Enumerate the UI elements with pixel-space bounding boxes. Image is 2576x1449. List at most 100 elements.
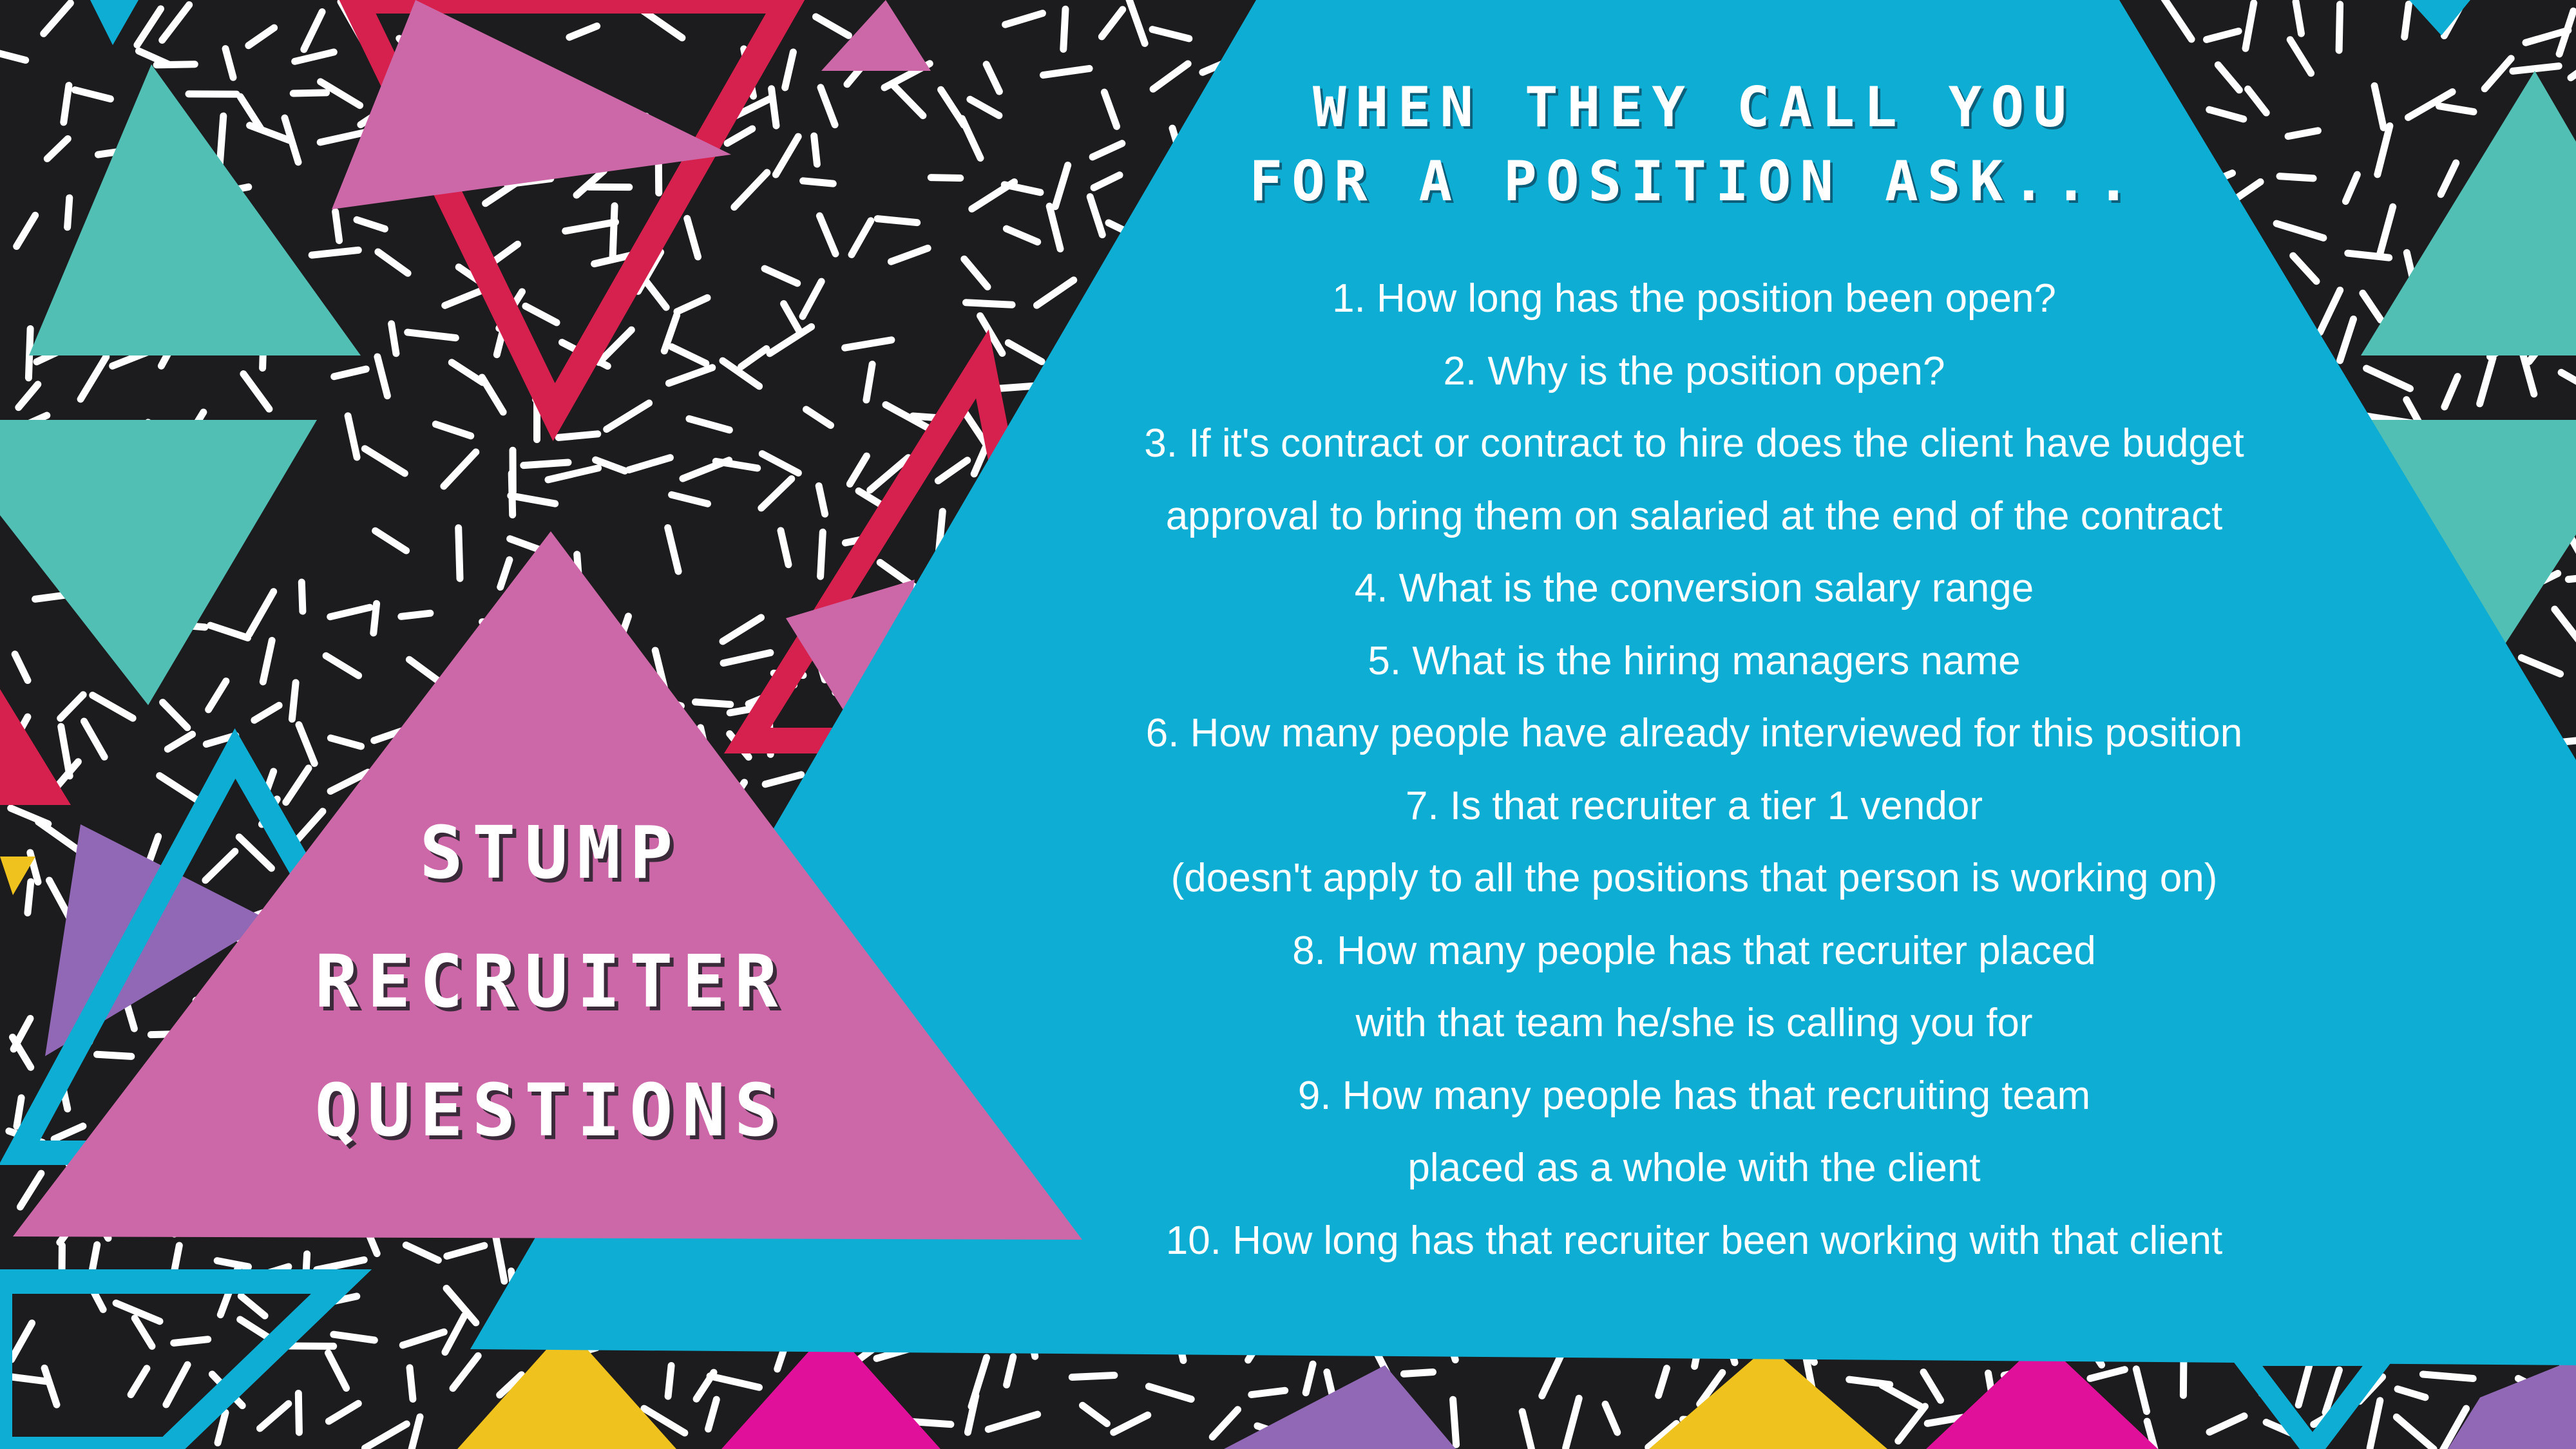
confetti-dash: [544, 464, 602, 484]
confetti-dash: [35, 818, 82, 855]
confetti-dash: [440, 448, 480, 490]
confetti-dash: [1098, 6, 1127, 41]
confetti-dash: [758, 450, 802, 477]
confetti-dash: [934, 457, 971, 484]
confetti-dash: [738, 345, 770, 370]
confetti-dash: [812, 13, 852, 39]
confetti-dash: [491, 1232, 508, 1285]
confetti-dash: [720, 649, 774, 667]
confetti-dash: [8, 1320, 36, 1363]
confetti-dash: [1086, 193, 1106, 238]
question-line: 2. Why is the position open?: [1443, 348, 1945, 393]
confetti-dash: [404, 328, 459, 342]
confetti-dash: [2359, 289, 2385, 324]
confetti-dash: [374, 353, 391, 400]
confetti-dash: [1079, 1401, 1111, 1427]
cyan-outline-triangle-bottom: [0, 1269, 372, 1449]
question-line: 3. If it's contract or contract to hire …: [1144, 421, 2244, 466]
confetti-dash: [873, 215, 921, 227]
confetti-dash: [294, 1390, 303, 1436]
confetti-dash: [625, 454, 674, 474]
confetti-dash: [15, 381, 42, 412]
confetti-dash: [2392, 1413, 2438, 1449]
panel-heading-line-2: for a position ask...: [1249, 149, 2139, 214]
confetti-dash: [683, 214, 701, 261]
confetti-dash: [810, 132, 821, 168]
confetti-dash: [406, 1364, 417, 1403]
confetti-dash: [327, 603, 374, 621]
confetti-dash: [1040, 64, 1093, 79]
confetti-dash: [706, 1372, 763, 1391]
confetti-dash: [222, 45, 237, 81]
confetti-dash: [1248, 1387, 1289, 1399]
confetti-dash: [1060, 5, 1069, 53]
confetti-dash: [251, 701, 283, 724]
question-line: 7. Is that recruiter a tier 1 vendor: [1406, 783, 1983, 828]
confetti-dash: [170, 1336, 212, 1347]
confetti-dash: [245, 24, 278, 50]
confetti-dash: [2374, 122, 2394, 178]
question-line: 10. How long has that recruiter been wor…: [1165, 1218, 2223, 1263]
question-line: approval to bring them on salaried at th…: [1165, 493, 2223, 538]
confetti-dash: [2161, 0, 2195, 43]
confetti-dash: [455, 524, 464, 582]
confetti-dash: [2366, 1397, 2384, 1449]
cyan-triangle-small-right: [2409, 0, 2470, 35]
confetti-dash: [1449, 1396, 1460, 1448]
confetti-dash: [2557, 368, 2576, 385]
confetti-dash: [816, 212, 839, 258]
confetti-dash: [719, 614, 765, 645]
confetti-dash: [1878, 1381, 1924, 1410]
confetti-dash: [1090, 171, 1123, 191]
question-line: 5. What is the hiring managers name: [1368, 638, 2021, 683]
panel-heading-line-1: When they call you: [1313, 75, 2075, 140]
confetti-dash: [1920, 1368, 1944, 1404]
confetti-dash: [1002, 225, 1042, 246]
confetti-dash: [295, 721, 318, 767]
confetti-dash: [361, 445, 408, 477]
confetti-dash: [60, 82, 73, 126]
confetti-dash: [127, 1365, 151, 1399]
confetti-dash: [959, 115, 984, 162]
confetti-dash: [982, 61, 1003, 95]
question-line: (doesn't apply to all the positions that…: [1170, 856, 2218, 900]
confetti-dash: [205, 677, 230, 714]
confetti-dash: [766, 323, 816, 357]
confetti-dash: [2214, 61, 2243, 94]
confetti-dash: [237, 1293, 269, 1320]
confetti-dash: [2437, 159, 2460, 198]
confetti-dash: [158, 1, 193, 44]
confetti-dash: [2441, 373, 2461, 411]
confetti-dash: [2335, 1, 2344, 54]
confetti-dash: [2509, 62, 2562, 75]
confetti-dash: [673, 294, 711, 316]
confetti-dash: [81, 717, 108, 761]
confetti-dash: [1894, 1403, 1929, 1444]
confetti-dash: [388, 320, 400, 357]
confetti-dash: [478, 374, 507, 416]
question-line: 4. What is the conversion salary range: [1354, 566, 2034, 611]
confetti-dash: [213, 1257, 252, 1271]
confetti-dash: [13, 1094, 25, 1130]
confetti-dash: [441, 1312, 468, 1356]
confetti-dash: [2206, 1412, 2248, 1436]
confetti-dash: [291, 48, 338, 65]
confetti-dash: [162, 1361, 191, 1408]
yellow-triangle-bottom-mid: [1649, 1346, 1887, 1449]
confetti-dash: [692, 698, 734, 708]
confetti-dash: [555, 430, 602, 441]
confetti-dash: [288, 679, 300, 723]
confetti-dash: [2286, 36, 2315, 77]
red-triangle-left: [0, 689, 71, 805]
confetti-dash: [443, 1242, 488, 1260]
confetti-dash: [57, 691, 87, 722]
confetti-dash: [761, 265, 801, 287]
confetti-dash: [1208, 1406, 1241, 1441]
confetti-dash: [799, 278, 825, 320]
confetti-dash: [245, 588, 278, 638]
confetti-dash: [330, 1331, 378, 1344]
main-title-line-2: Recruiter: [314, 940, 787, 1024]
confetti-dash: [777, 527, 792, 569]
confetti-dash: [344, 412, 361, 461]
confetti-dash: [332, 208, 343, 244]
